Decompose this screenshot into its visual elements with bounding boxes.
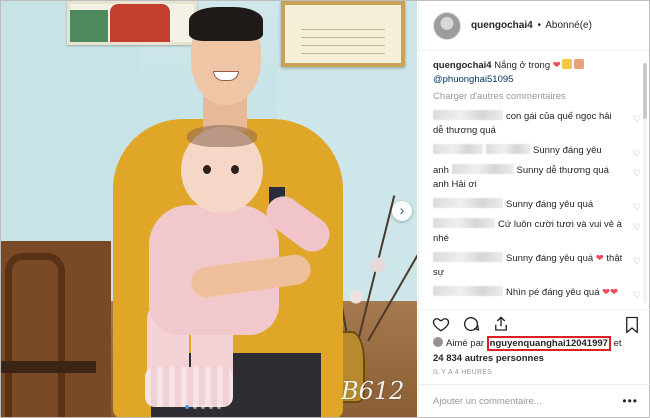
share-icon[interactable] — [491, 314, 511, 334]
heart-icon[interactable]: ♡ — [633, 254, 641, 268]
avatar[interactable] — [433, 11, 461, 40]
red-heart-icon: ❤ — [595, 253, 604, 264]
blurred-username — [433, 218, 495, 228]
blurred-username — [433, 198, 503, 208]
action-bar — [419, 309, 650, 337]
comment-text: Sunny đáng yêu quá — [506, 199, 594, 210]
comment-text: Nhìn pé đáng yêu quá — [506, 287, 600, 298]
baby-hair — [187, 125, 257, 147]
family-emoji-icon — [573, 59, 584, 69]
red-heart-icon: ❤❤ — [602, 287, 619, 298]
heart-icon[interactable]: ♡ — [633, 200, 641, 214]
scrollbar-thumb[interactable] — [643, 63, 647, 119]
blurred-username — [433, 286, 503, 296]
next-arrow-icon[interactable]: › — [392, 201, 412, 221]
caption-username[interactable]: quengochai4 — [433, 60, 492, 71]
comments-list[interactable]: quengochai4 Nắng ở trong ❤ @phuonghai510… — [419, 59, 650, 305]
wall-poster — [67, 1, 197, 45]
list-item: con gái của quế ngọc hải dễ thương quá ♡ — [419, 110, 650, 138]
carousel-dot — [217, 405, 221, 409]
blurred-username — [451, 164, 514, 174]
blurred-username — [433, 144, 483, 154]
add-comment-bar: Ajouter un commentaire... ••• — [419, 384, 650, 417]
post-sidebar: quengochai4 • Abonné(e) quengochai4 Nắng… — [418, 1, 650, 417]
load-more-comments[interactable]: Charger d'autres commentaires — [419, 87, 650, 104]
heart-icon[interactable]: ♡ — [633, 166, 641, 180]
baby-socks — [145, 367, 233, 407]
blurred-username — [433, 110, 503, 120]
carousel-dot — [209, 405, 213, 409]
list-item: anh Sunny dễ thương quá anh Hải ơi ♡ — [419, 164, 650, 192]
likes-prefix: Aimé par — [446, 338, 485, 349]
blurred-username — [486, 144, 530, 154]
caption: quengochai4 Nắng ở trong ❤ @phuonghai510… — [419, 59, 650, 87]
heart-icon[interactable]: ♡ — [633, 112, 641, 126]
post-photo[interactable]: B612 › — [1, 1, 417, 417]
comment-prefix: anh — [433, 165, 449, 176]
avatar[interactable] — [433, 337, 443, 347]
list-item: Sunny đáng yêu ♡ — [419, 144, 650, 158]
watermark: B612 — [341, 377, 405, 405]
list-item: Nhìn pé đáng yêu quá ❤❤ ♡ — [419, 286, 650, 300]
separator: • — [537, 20, 541, 31]
scrollbar[interactable] — [643, 63, 647, 303]
likes-summary: Aimé par nguyenquanghai12041997 et 24 83… — [433, 336, 643, 366]
author-username[interactable]: quengochai4 — [471, 20, 533, 31]
man-hair — [189, 7, 263, 41]
comment-text: Sunny đáng yêu quá — [506, 253, 594, 264]
carousel-dot — [193, 405, 197, 409]
comment-icon[interactable] — [461, 314, 481, 334]
post-timestamp[interactable]: IL Y A 4 HEURES — [433, 369, 492, 376]
likes-connector: et — [613, 338, 622, 349]
red-heart-icon: ❤ — [552, 60, 561, 71]
more-options-icon[interactable]: ••• — [622, 394, 638, 408]
list-item: Cứ luôn cười tươi và vui vẻ à nhé ♡ — [419, 218, 650, 246]
likes-others[interactable]: 24 834 autres personnes — [433, 353, 544, 364]
list-item: Sunny đáng yêu quá ♡ — [419, 198, 650, 212]
heart-icon[interactable] — [431, 314, 451, 334]
comment-text: Sunny đáng yêu — [533, 145, 602, 156]
caption-text: Nắng ở trong — [494, 60, 551, 71]
wall-certificate — [281, 1, 405, 67]
wooden-chair — [5, 253, 65, 417]
comment-input[interactable]: Ajouter un commentaire... — [433, 396, 622, 407]
shelf — [1, 361, 96, 373]
carousel-dots — [185, 405, 221, 409]
carousel-dot — [201, 405, 205, 409]
liker-username[interactable]: nguyenquanghai12041997 — [486, 336, 611, 351]
follow-status[interactable]: Abonné(e) — [545, 20, 592, 31]
list-item: Sunny đáng yêu quá ❤ thật sự ♡ — [419, 252, 650, 280]
carousel-dot-active — [185, 405, 189, 409]
heart-icon[interactable]: ♡ — [633, 288, 641, 302]
heart-icon[interactable]: ♡ — [633, 220, 641, 234]
emoji-icon — [561, 59, 572, 69]
blurred-username — [433, 252, 503, 262]
heart-icon[interactable]: ♡ — [633, 146, 641, 160]
caption-mention[interactable]: @phuonghai51095 — [433, 74, 513, 85]
post-header: quengochai4 • Abonné(e) — [419, 1, 649, 51]
